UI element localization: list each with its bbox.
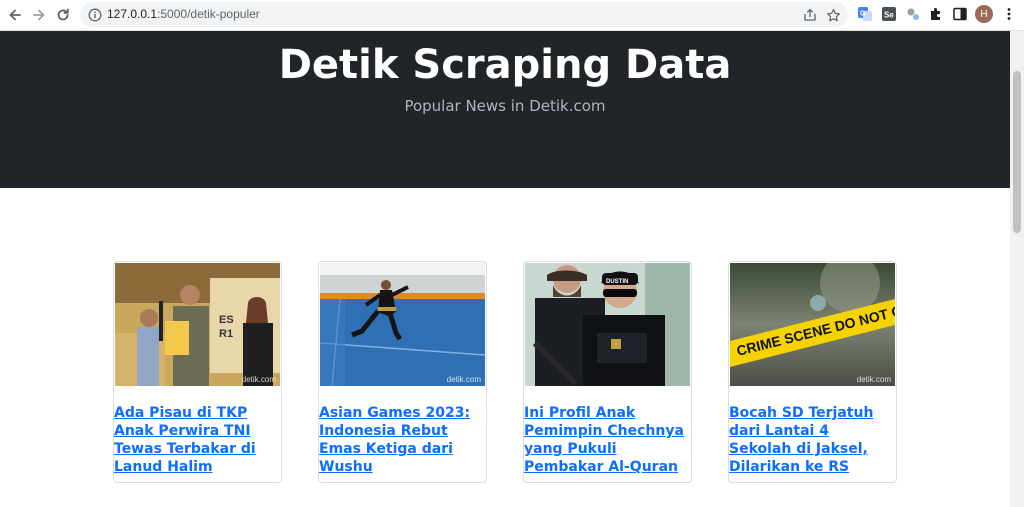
- page-scrollbar[interactable]: [1010, 31, 1024, 507]
- menu-kebab-icon[interactable]: [1000, 5, 1018, 23]
- image-watermark: detik.com: [241, 375, 276, 384]
- news-thumbnail[interactable]: detik.com: [320, 263, 485, 386]
- cap-text: DUSTIN: [606, 279, 628, 285]
- svg-text:ES: ES: [219, 314, 234, 326]
- site-info-icon[interactable]: [87, 7, 102, 22]
- bookmark-star-icon[interactable]: [825, 7, 841, 23]
- news-card: DUSTIN Ini Profil Anak Pemimpin Chechnya…: [523, 261, 692, 483]
- article-link[interactable]: Ada Pisau di TKP Anak Perwira TNI Tewas …: [114, 404, 281, 476]
- url-text: 127.0.0.1:5000/detik-populer: [107, 7, 260, 21]
- forward-icon[interactable]: [27, 3, 51, 27]
- hero-banner: Detik Scraping Data Popular News in Deti…: [0, 31, 1010, 188]
- profile-avatar[interactable]: H: [975, 5, 993, 23]
- news-card: detik.com Asian Games 2023: Indonesia Re…: [318, 261, 487, 483]
- image-watermark: detik.com: [856, 375, 891, 384]
- cast-extension-icon[interactable]: [904, 5, 922, 23]
- url-host: 127.0.0.1: [107, 7, 158, 21]
- share-icon[interactable]: [802, 7, 818, 23]
- svg-text:G: G: [860, 11, 866, 18]
- page-title: Detik Scraping Data: [278, 42, 732, 88]
- svg-text:Se: Se: [884, 11, 894, 20]
- svg-text:R1: R1: [219, 328, 233, 340]
- extensions-puzzle-icon[interactable]: [927, 5, 945, 23]
- side-panel-icon[interactable]: [951, 5, 969, 23]
- article-link[interactable]: Asian Games 2023: Indonesia Rebut Emas K…: [319, 404, 486, 476]
- address-bar[interactable]: 127.0.0.1:5000/detik-populer: [80, 2, 848, 27]
- article-link[interactable]: Ini Profil Anak Pemimpin Chechnya yang P…: [524, 404, 691, 476]
- reload-icon[interactable]: [51, 3, 75, 27]
- news-thumbnail[interactable]: ES R1 detik.com: [115, 263, 280, 386]
- selenium-extension-icon[interactable]: Se: [880, 5, 898, 23]
- url-path: :5000/detik-populer: [157, 7, 260, 21]
- image-watermark: detik.com: [446, 375, 481, 384]
- translate-extension-icon[interactable]: G: [856, 5, 874, 23]
- scrollbar-thumb[interactable]: [1013, 71, 1021, 233]
- news-card: ES R1 detik.com Ada Pisau di TKP Anak Pe…: [113, 261, 282, 483]
- page-subtitle: Popular News in Detik.com: [404, 97, 606, 115]
- back-icon[interactable]: [3, 3, 27, 27]
- page-viewport: Detik Scraping Data Popular News in Deti…: [0, 31, 1010, 507]
- news-thumbnail[interactable]: DUSTIN: [525, 263, 690, 386]
- article-link[interactable]: Bocah SD Terjatuh dari Lantai 4 Sekolah …: [729, 404, 896, 476]
- news-thumbnail[interactable]: CRIME SCENE DO NOT C detik.com: [730, 263, 895, 386]
- news-card: CRIME SCENE DO NOT C detik.com Bocah SD …: [728, 261, 897, 483]
- browser-toolbar: 127.0.0.1:5000/detik-populer G Se H: [0, 0, 1024, 31]
